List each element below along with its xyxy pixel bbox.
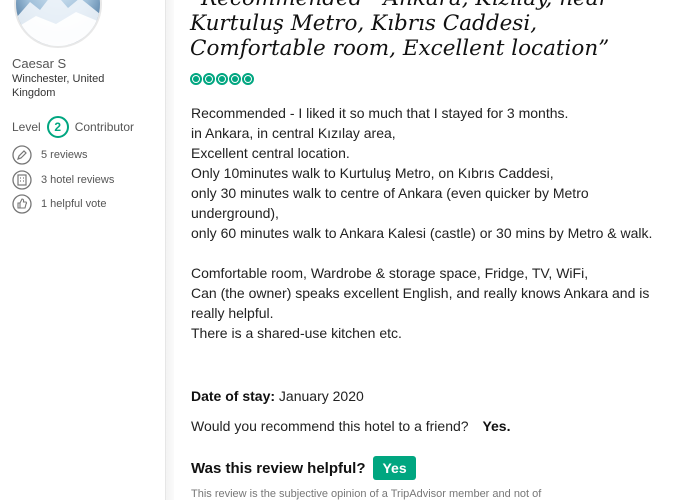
rating-bubble-icon: [216, 73, 228, 85]
review-line: only 60 minutes walk to Ankara Kalesi (c…: [191, 225, 653, 241]
reviewer-name[interactable]: Caesar S: [12, 56, 66, 71]
rating-bubble-icon: [242, 73, 254, 85]
review-line: Excellent central location.: [191, 145, 350, 161]
contributor-level: Level 2 Contributor: [12, 116, 134, 138]
stat-reviews: 5 reviews: [12, 145, 87, 165]
column-divider: [165, 0, 174, 500]
rating-bubble-icon: [229, 73, 241, 85]
rating-bubble-icon: [190, 73, 202, 85]
stat-hotel-reviews-text: 3 hotel reviews: [41, 174, 115, 186]
review-line: Only 10minutes walk to Kurtuluş Metro, o…: [191, 165, 554, 181]
review-body: Recommended - I liked it so much that I …: [191, 103, 671, 343]
hotel-icon: [12, 170, 32, 190]
disclaimer-text: This review is the subjective opinion of…: [191, 488, 542, 500]
review-line: There is a shared-use kitchen etc.: [191, 325, 402, 341]
level-suffix: Contributor: [74, 120, 135, 134]
level-prefix: Level: [12, 120, 41, 134]
helpful-row: Was this review helpful? Yes: [191, 456, 416, 480]
recommend-question: Would you recommend this hotel to a frie…: [191, 418, 469, 434]
thumbs-up-icon: [12, 194, 32, 214]
date-of-stay: Date of stay: January 2020: [191, 388, 364, 404]
level-badge: 2: [46, 116, 69, 138]
review-line: Can (the owner) speaks excellent English…: [191, 285, 650, 321]
rating-bubbles: [190, 73, 255, 85]
recommend-answer: Yes.: [482, 418, 511, 434]
pencil-icon: [12, 145, 32, 165]
review-line: only 30 minutes walk to centre of Ankara…: [191, 185, 589, 221]
date-of-stay-value: January 2020: [278, 388, 364, 404]
reviewer-location: Winchester, United Kingdom: [12, 73, 105, 99]
stat-hotel-reviews: 3 hotel reviews: [12, 170, 114, 190]
rating-bubble-icon: [203, 73, 215, 85]
stat-reviews-text: 5 reviews: [41, 149, 88, 161]
review-line: in Ankara, in central Kızılay area,: [191, 125, 396, 141]
review-title[interactable]: “Recommended - Ankara, Kızılay, near Kur…: [190, 0, 670, 61]
helpful-question: Was this review helpful?: [191, 459, 366, 477]
review-line: Recommended - I liked it so much that I …: [191, 105, 569, 121]
helpful-yes-button[interactable]: Yes: [373, 456, 416, 480]
recommend-row: Would you recommend this hotel to a frie…: [191, 418, 510, 434]
date-of-stay-label: Date of stay:: [191, 388, 276, 404]
review-line: Comfortable room, Wardrobe & storage spa…: [191, 265, 589, 281]
avatar[interactable]: [14, 0, 102, 48]
stat-helpful-votes-text: 1 helpful vote: [41, 198, 107, 210]
reviewer-sidebar: Caesar S Winchester, United Kingdom Leve…: [0, 0, 165, 500]
stat-helpful-votes: 1 helpful vote: [12, 194, 106, 214]
